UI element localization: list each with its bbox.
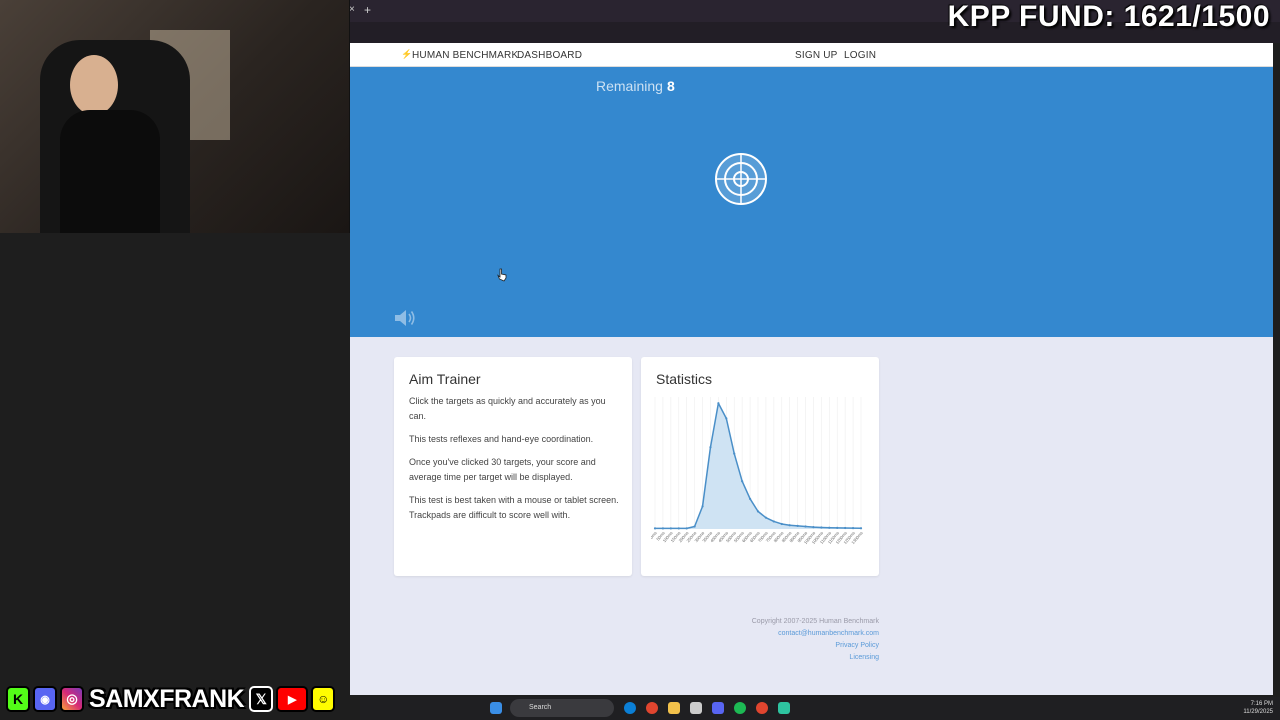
snapchat-icon: ☺ bbox=[311, 686, 336, 712]
chart-point bbox=[701, 505, 704, 508]
aim-target-icon[interactable] bbox=[715, 153, 767, 205]
chart-point bbox=[859, 527, 863, 530]
privacy-policy-link[interactable]: Privacy Policy bbox=[650, 640, 879, 652]
chart-point bbox=[796, 524, 799, 527]
info-paragraph: This test is best taken with a mouse or … bbox=[409, 495, 619, 520]
webcam-person-face bbox=[70, 55, 118, 115]
chart-point bbox=[828, 526, 831, 529]
streamer-handle: SAMXFRANK bbox=[89, 684, 245, 713]
youtube-icon: ▶ bbox=[276, 686, 309, 712]
clock-time: 7:16 PM bbox=[1250, 701, 1273, 707]
chart-point bbox=[756, 510, 760, 513]
chart-point bbox=[677, 527, 680, 530]
chart-point bbox=[780, 522, 783, 526]
new-tab-button[interactable]: + bbox=[364, 3, 371, 17]
chart-point bbox=[717, 402, 720, 405]
top-nav: ⚡ HUMAN BENCHMARK DASHBOARD SIGN UP LOGI… bbox=[350, 43, 1273, 67]
social-handle-banner: K ◉ ◎ SAMXFRANK 𝕏 ▶ ☺ bbox=[6, 684, 336, 714]
webcam-person-hoodie bbox=[60, 110, 160, 233]
x-icon: 𝕏 bbox=[249, 686, 274, 712]
remaining-value: 8 bbox=[666, 78, 675, 94]
chart-point bbox=[788, 524, 791, 527]
chart-point bbox=[653, 527, 657, 530]
copyright-text: Copyright 2007-2025 Human Benchmark bbox=[751, 618, 879, 625]
chart-point bbox=[836, 526, 839, 529]
chart-point bbox=[820, 526, 823, 529]
calendar-icon[interactable] bbox=[690, 702, 702, 714]
chart-point bbox=[725, 417, 728, 420]
taskbar-clock[interactable]: 7:16 PM 11/29/2025 bbox=[1243, 700, 1273, 716]
file-explorer-icon[interactable] bbox=[668, 702, 680, 714]
instagram-icon: ◎ bbox=[60, 686, 84, 712]
chart-point bbox=[733, 452, 736, 455]
info-paragraph: Once you've clicked 30 targets, your sco… bbox=[409, 457, 596, 482]
discord-icon: ◉ bbox=[33, 686, 57, 712]
nav-dashboard-link[interactable]: DASHBOARD bbox=[517, 50, 582, 61]
start-menu-icon[interactable] bbox=[490, 702, 502, 714]
info-card-title: Aim Trainer bbox=[409, 371, 481, 387]
aim-trainer-info-card: Aim Trainer Click the targets as quickly… bbox=[394, 357, 632, 576]
lightning-bolt-icon: ⚡ bbox=[401, 49, 413, 59]
chart-point bbox=[685, 527, 688, 530]
contact-email-link[interactable]: contact@humanbenchmark.com bbox=[650, 628, 879, 640]
spotify-icon[interactable] bbox=[734, 702, 746, 714]
chart-point bbox=[669, 527, 672, 530]
nav-signup-link[interactable]: SIGN UP bbox=[795, 50, 838, 61]
page-footer: Copyright 2007-2025 Human Benchmark cont… bbox=[650, 616, 879, 664]
info-paragraph: Click the targets as quickly and accurat… bbox=[409, 396, 606, 421]
chart-point bbox=[693, 525, 696, 528]
remaining-counter: Remaining 8 bbox=[596, 78, 675, 94]
chart-point bbox=[741, 480, 744, 483]
aim-trainer-game-area[interactable]: Remaining 8 bbox=[350, 67, 1273, 337]
chrome-icon[interactable] bbox=[646, 702, 658, 714]
info-paragraph: This tests reflexes and hand-eye coordin… bbox=[409, 434, 594, 444]
windows-taskbar: Search 7:16 PM 11/29/2025 bbox=[360, 697, 1280, 720]
chart-point bbox=[709, 446, 712, 449]
clock-date: 11/29/2025 bbox=[1243, 709, 1273, 715]
chart-point bbox=[764, 516, 768, 519]
taskbar-search-label: Search bbox=[529, 704, 552, 711]
statistics-card: Statistics 0ms 50ms 100ms 150ms 200ms 250ms 30… bbox=[641, 357, 879, 576]
chart-point bbox=[812, 526, 815, 529]
chart-point bbox=[851, 527, 855, 530]
taskbar-search[interactable]: Search bbox=[510, 699, 614, 717]
chart-point bbox=[844, 526, 847, 530]
chart-point bbox=[661, 527, 665, 530]
fund-counter: KPP FUND: 1621/1500 bbox=[947, 0, 1270, 33]
mouse-cursor-icon bbox=[497, 268, 507, 282]
chart-point bbox=[772, 520, 775, 523]
webcam-feed bbox=[0, 0, 350, 233]
kick-icon: K bbox=[6, 686, 30, 712]
edge-icon[interactable] bbox=[624, 702, 636, 714]
discord-taskbar-icon[interactable] bbox=[712, 702, 724, 714]
nav-login-link[interactable]: LOGIN bbox=[844, 50, 876, 61]
statistics-title: Statistics bbox=[656, 371, 713, 387]
statistics-chart: 0ms50ms100ms150ms200ms250ms300ms350ms400… bbox=[651, 397, 864, 545]
info-card-description: Click the targets as quickly and accurat… bbox=[409, 394, 619, 531]
sound-icon[interactable] bbox=[393, 307, 417, 329]
chart-point bbox=[804, 525, 807, 528]
remaining-label: Remaining bbox=[596, 78, 663, 94]
nav-brand-link[interactable]: HUMAN BENCHMARK bbox=[412, 50, 518, 61]
app-icon[interactable] bbox=[778, 702, 790, 714]
chrome-active-icon[interactable] bbox=[756, 702, 768, 714]
human-benchmark-page: ⚡ HUMAN BENCHMARK DASHBOARD SIGN UP LOGI… bbox=[350, 43, 1273, 695]
licensing-link[interactable]: Licensing bbox=[650, 652, 879, 664]
chart-point bbox=[748, 497, 752, 500]
